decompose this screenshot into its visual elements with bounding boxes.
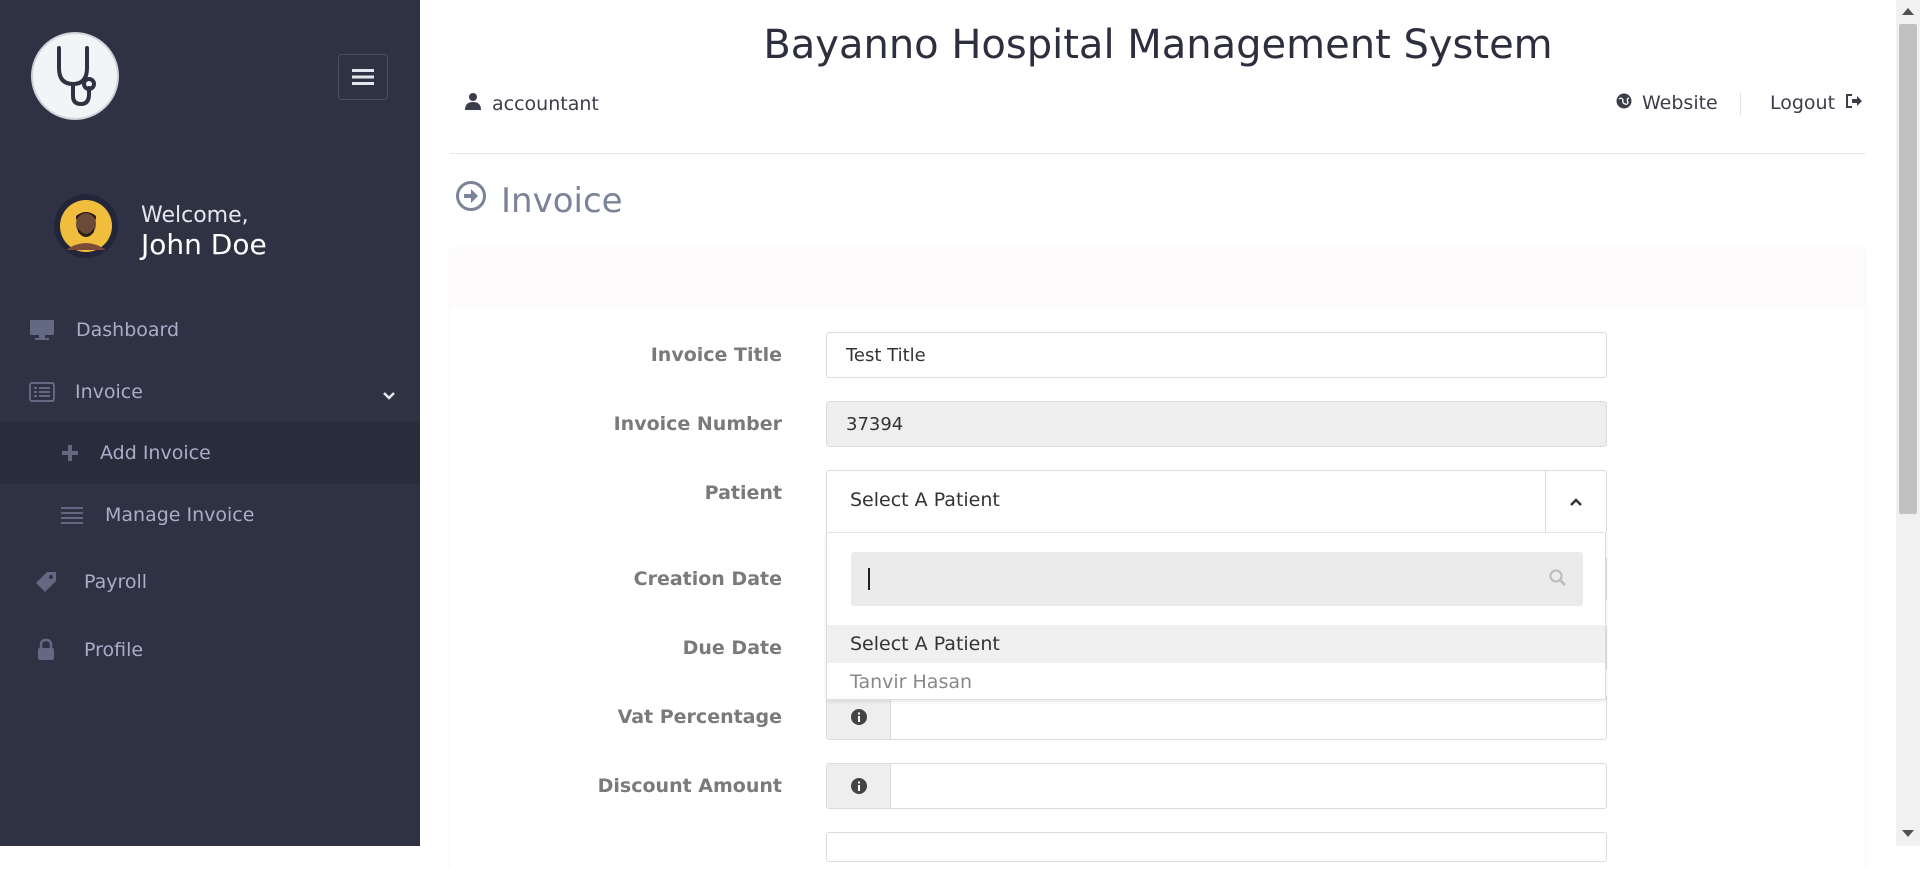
- avatar: [54, 194, 118, 258]
- invoice-number-label: Invoice Number: [613, 413, 782, 435]
- vat-percentage-input[interactable]: [891, 695, 1606, 739]
- header-divider-line: [450, 153, 1865, 154]
- app-title: Bayanno Hospital Management System: [763, 22, 1553, 68]
- scroll-up-arrow-icon[interactable]: [1902, 8, 1914, 15]
- header-divider: [1740, 92, 1741, 116]
- sidebar: Welcome, John Doe Dashboard Invoice Add …: [0, 0, 420, 846]
- info-icon: [827, 695, 891, 739]
- dropdown-option[interactable]: Select A Patient: [827, 625, 1605, 663]
- sidebar-item-label: Profile: [84, 639, 144, 661]
- lock-icon: [32, 638, 60, 662]
- tag-icon: [32, 570, 60, 594]
- user-role-label: accountant: [492, 92, 599, 115]
- sidebar-item-dashboard[interactable]: Dashboard: [0, 300, 420, 360]
- sidebar-item-label: Dashboard: [76, 319, 180, 341]
- chevron-down-icon: [382, 384, 396, 406]
- patient-search-input[interactable]: [851, 552, 1583, 606]
- discount-amount-group: [826, 763, 1607, 809]
- chevron-up-icon[interactable]: [1545, 471, 1606, 532]
- dropdown-option[interactable]: Tanvir Hasan: [827, 663, 1605, 701]
- sidebar-item-profile[interactable]: Profile: [0, 619, 420, 681]
- discount-amount-input[interactable]: [891, 764, 1606, 808]
- sidebar-item-label: Manage Invoice: [105, 504, 255, 526]
- text-cursor: [868, 568, 870, 590]
- welcome-text: Welcome,: [141, 203, 249, 228]
- scroll-down-arrow-icon[interactable]: [1902, 830, 1914, 837]
- patient-select[interactable]: Select A Patient: [826, 470, 1607, 532]
- circle-arrow-right-icon: [455, 180, 487, 221]
- sidebar-item-label: Invoice: [75, 381, 143, 403]
- patient-dropdown: Select A Patient Tanvir Hasan: [826, 532, 1606, 700]
- invoice-title-label: Invoice Title: [650, 344, 782, 366]
- search-icon: [1549, 569, 1567, 591]
- sidebar-item-manage-invoice[interactable]: Manage Invoice: [0, 484, 420, 546]
- monitor-icon: [28, 319, 56, 341]
- vat-percentage-label: Vat Percentage: [617, 706, 782, 728]
- page-title: Invoice: [455, 180, 623, 221]
- patient-select-value: Select A Patient: [850, 489, 1000, 511]
- plus-icon: [56, 444, 84, 462]
- globe-icon: [1616, 92, 1632, 114]
- user-menu[interactable]: accountant: [464, 92, 599, 115]
- sidebar-item-payroll[interactable]: Payroll: [0, 551, 420, 613]
- sign-out-icon: [1845, 92, 1863, 114]
- sidebar-item-invoice[interactable]: Invoice: [0, 362, 420, 422]
- invoice-title-input[interactable]: Test Title: [826, 332, 1607, 378]
- user-icon: [464, 92, 482, 115]
- invoice-number-input[interactable]: 37394: [826, 401, 1607, 447]
- logout-label: Logout: [1770, 92, 1836, 114]
- scrollbar-thumb[interactable]: [1899, 24, 1917, 514]
- invoice-title-value: Test Title: [846, 344, 926, 366]
- discount-amount-label: Discount Amount: [597, 775, 782, 797]
- stethoscope-logo-icon[interactable]: [31, 32, 119, 120]
- website-label: Website: [1642, 92, 1718, 114]
- website-link[interactable]: Website: [1616, 92, 1718, 114]
- page-title-text: Invoice: [501, 180, 623, 221]
- sidebar-item-label: Payroll: [84, 571, 148, 593]
- sidebar-item-add-invoice[interactable]: Add Invoice: [0, 422, 420, 484]
- next-select-field[interactable]: [826, 832, 1607, 862]
- list-icon: [58, 505, 86, 525]
- hamburger-icon: [352, 69, 374, 85]
- sidebar-item-label: Add Invoice: [100, 442, 211, 464]
- menu-toggle-button[interactable]: [338, 54, 388, 100]
- due-date-label: Due Date: [682, 637, 782, 659]
- username: John Doe: [141, 228, 267, 261]
- card-header: [450, 249, 1865, 307]
- logout-link[interactable]: Logout: [1770, 92, 1863, 114]
- creation-date-label: Creation Date: [633, 568, 782, 590]
- info-icon: [827, 764, 891, 808]
- invoice-number-value: 37394: [846, 413, 904, 435]
- patient-label: Patient: [704, 482, 782, 504]
- list-alt-icon: [28, 382, 56, 402]
